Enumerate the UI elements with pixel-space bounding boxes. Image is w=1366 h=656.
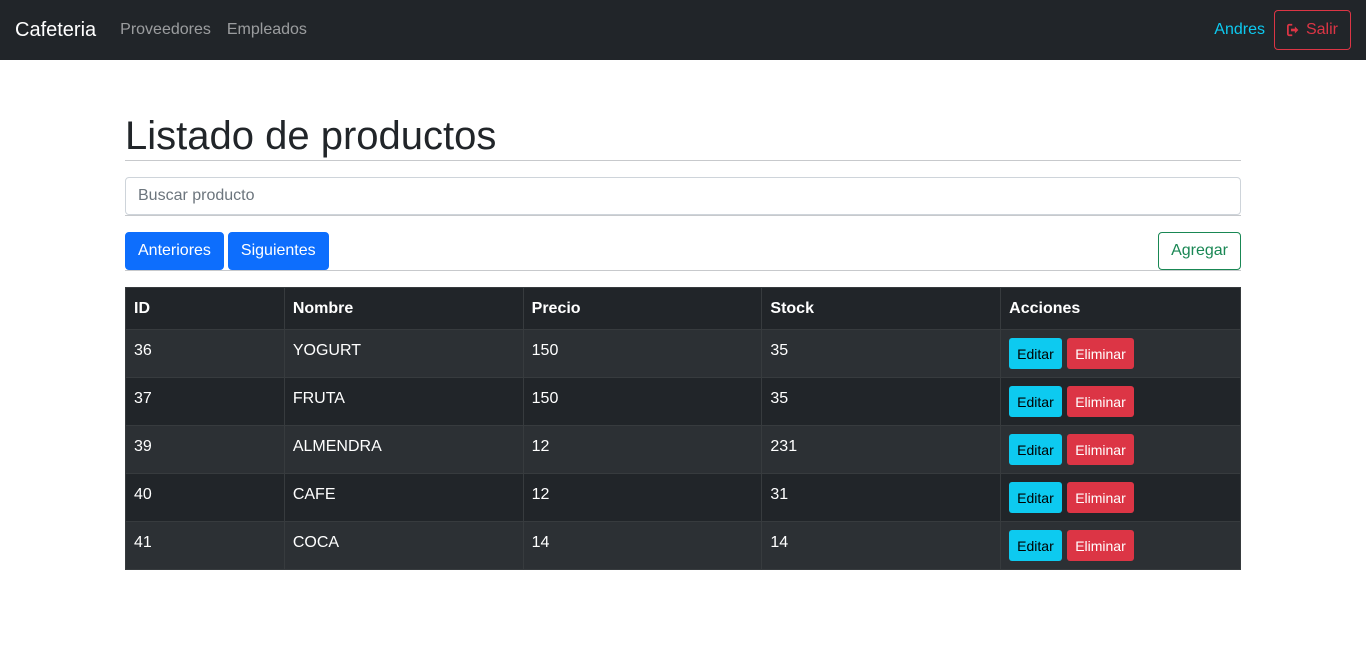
table-row: 39 ALMENDRA 12 231 Editar Eliminar [125,425,1241,474]
pagination-toolbar: Anteriores Siguientes Agregar [125,232,1241,270]
cell-stock: 14 [761,521,1002,570]
cell-actions: Editar Eliminar [1000,473,1241,522]
column-header-acciones: Acciones [1000,287,1241,330]
products-table: ID Nombre Precio Stock Acciones 36 YOGUR… [125,287,1241,570]
next-page-button[interactable]: Siguientes [227,232,329,270]
cell-precio: 12 [522,473,763,522]
edit-button[interactable]: Editar [1009,338,1062,369]
cell-nombre: CAFE [283,473,524,522]
search-input[interactable]: Buscar producto [125,177,1241,215]
cell-nombre: ALMENDRA [283,425,524,474]
page-title: Listado de productos [125,114,497,158]
column-header-stock: Stock [761,287,1002,330]
previous-page-button[interactable]: Anteriores [125,232,224,270]
cell-nombre: FRUTA [283,377,524,426]
user-name[interactable]: Andres [1214,21,1265,39]
table-row: 41 COCA 14 14 Editar Eliminar [125,521,1241,570]
add-product-button[interactable]: Agregar [1158,232,1241,270]
table-row: 37 FRUTA 150 35 Editar Eliminar [125,377,1241,426]
cell-precio: 14 [522,521,763,570]
divider [125,270,1241,271]
main-content: Listado de productos Buscar producto Ant… [125,60,1241,570]
cell-precio: 150 [522,377,763,426]
cell-stock: 35 [761,377,1002,426]
cell-nombre: YOGURT [283,329,524,378]
top-navbar: Cafeteria Proveedores Empleados Andres S… [0,0,1366,60]
delete-button[interactable]: Eliminar [1067,386,1134,417]
table-header-row: ID Nombre Precio Stock Acciones [125,287,1241,330]
cell-actions: Editar Eliminar [1000,521,1241,570]
cell-stock: 31 [761,473,1002,522]
column-header-nombre: Nombre [283,287,524,330]
divider [125,160,1241,161]
cell-id: 41 [125,521,285,570]
cell-id: 36 [125,329,285,378]
cell-precio: 150 [522,329,763,378]
delete-button[interactable]: Eliminar [1067,338,1134,369]
navbar-right: Andres Salir [1214,10,1351,50]
edit-button[interactable]: Editar [1009,434,1062,465]
cell-actions: Editar Eliminar [1000,425,1241,474]
sign-out-icon [1286,23,1301,37]
cell-stock: 35 [761,329,1002,378]
delete-button[interactable]: Eliminar [1067,530,1134,561]
delete-button[interactable]: Eliminar [1067,434,1134,465]
edit-button[interactable]: Editar [1009,482,1062,513]
logout-button[interactable]: Salir [1273,10,1351,50]
cell-precio: 12 [522,425,763,474]
cell-id: 37 [125,377,285,426]
nav-link-proveedores[interactable]: Proveedores [120,21,211,39]
column-header-id: ID [125,287,285,330]
divider [125,215,1241,216]
cell-nombre: COCA [283,521,524,570]
cell-actions: Editar Eliminar [1000,377,1241,426]
brand-link[interactable]: Cafeteria [15,19,96,42]
cell-actions: Editar Eliminar [1000,329,1241,378]
edit-button[interactable]: Editar [1009,386,1062,417]
edit-button[interactable]: Editar [1009,530,1062,561]
column-header-precio: Precio [522,287,763,330]
table-row: 40 CAFE 12 31 Editar Eliminar [125,473,1241,522]
cell-stock: 231 [761,425,1002,474]
nav-link-empleados[interactable]: Empleados [227,21,307,39]
delete-button[interactable]: Eliminar [1067,482,1134,513]
logout-label: Salir [1305,21,1338,38]
table-row: 36 YOGURT 150 35 Editar Eliminar [125,329,1241,378]
cell-id: 40 [125,473,285,522]
cell-id: 39 [125,425,285,474]
